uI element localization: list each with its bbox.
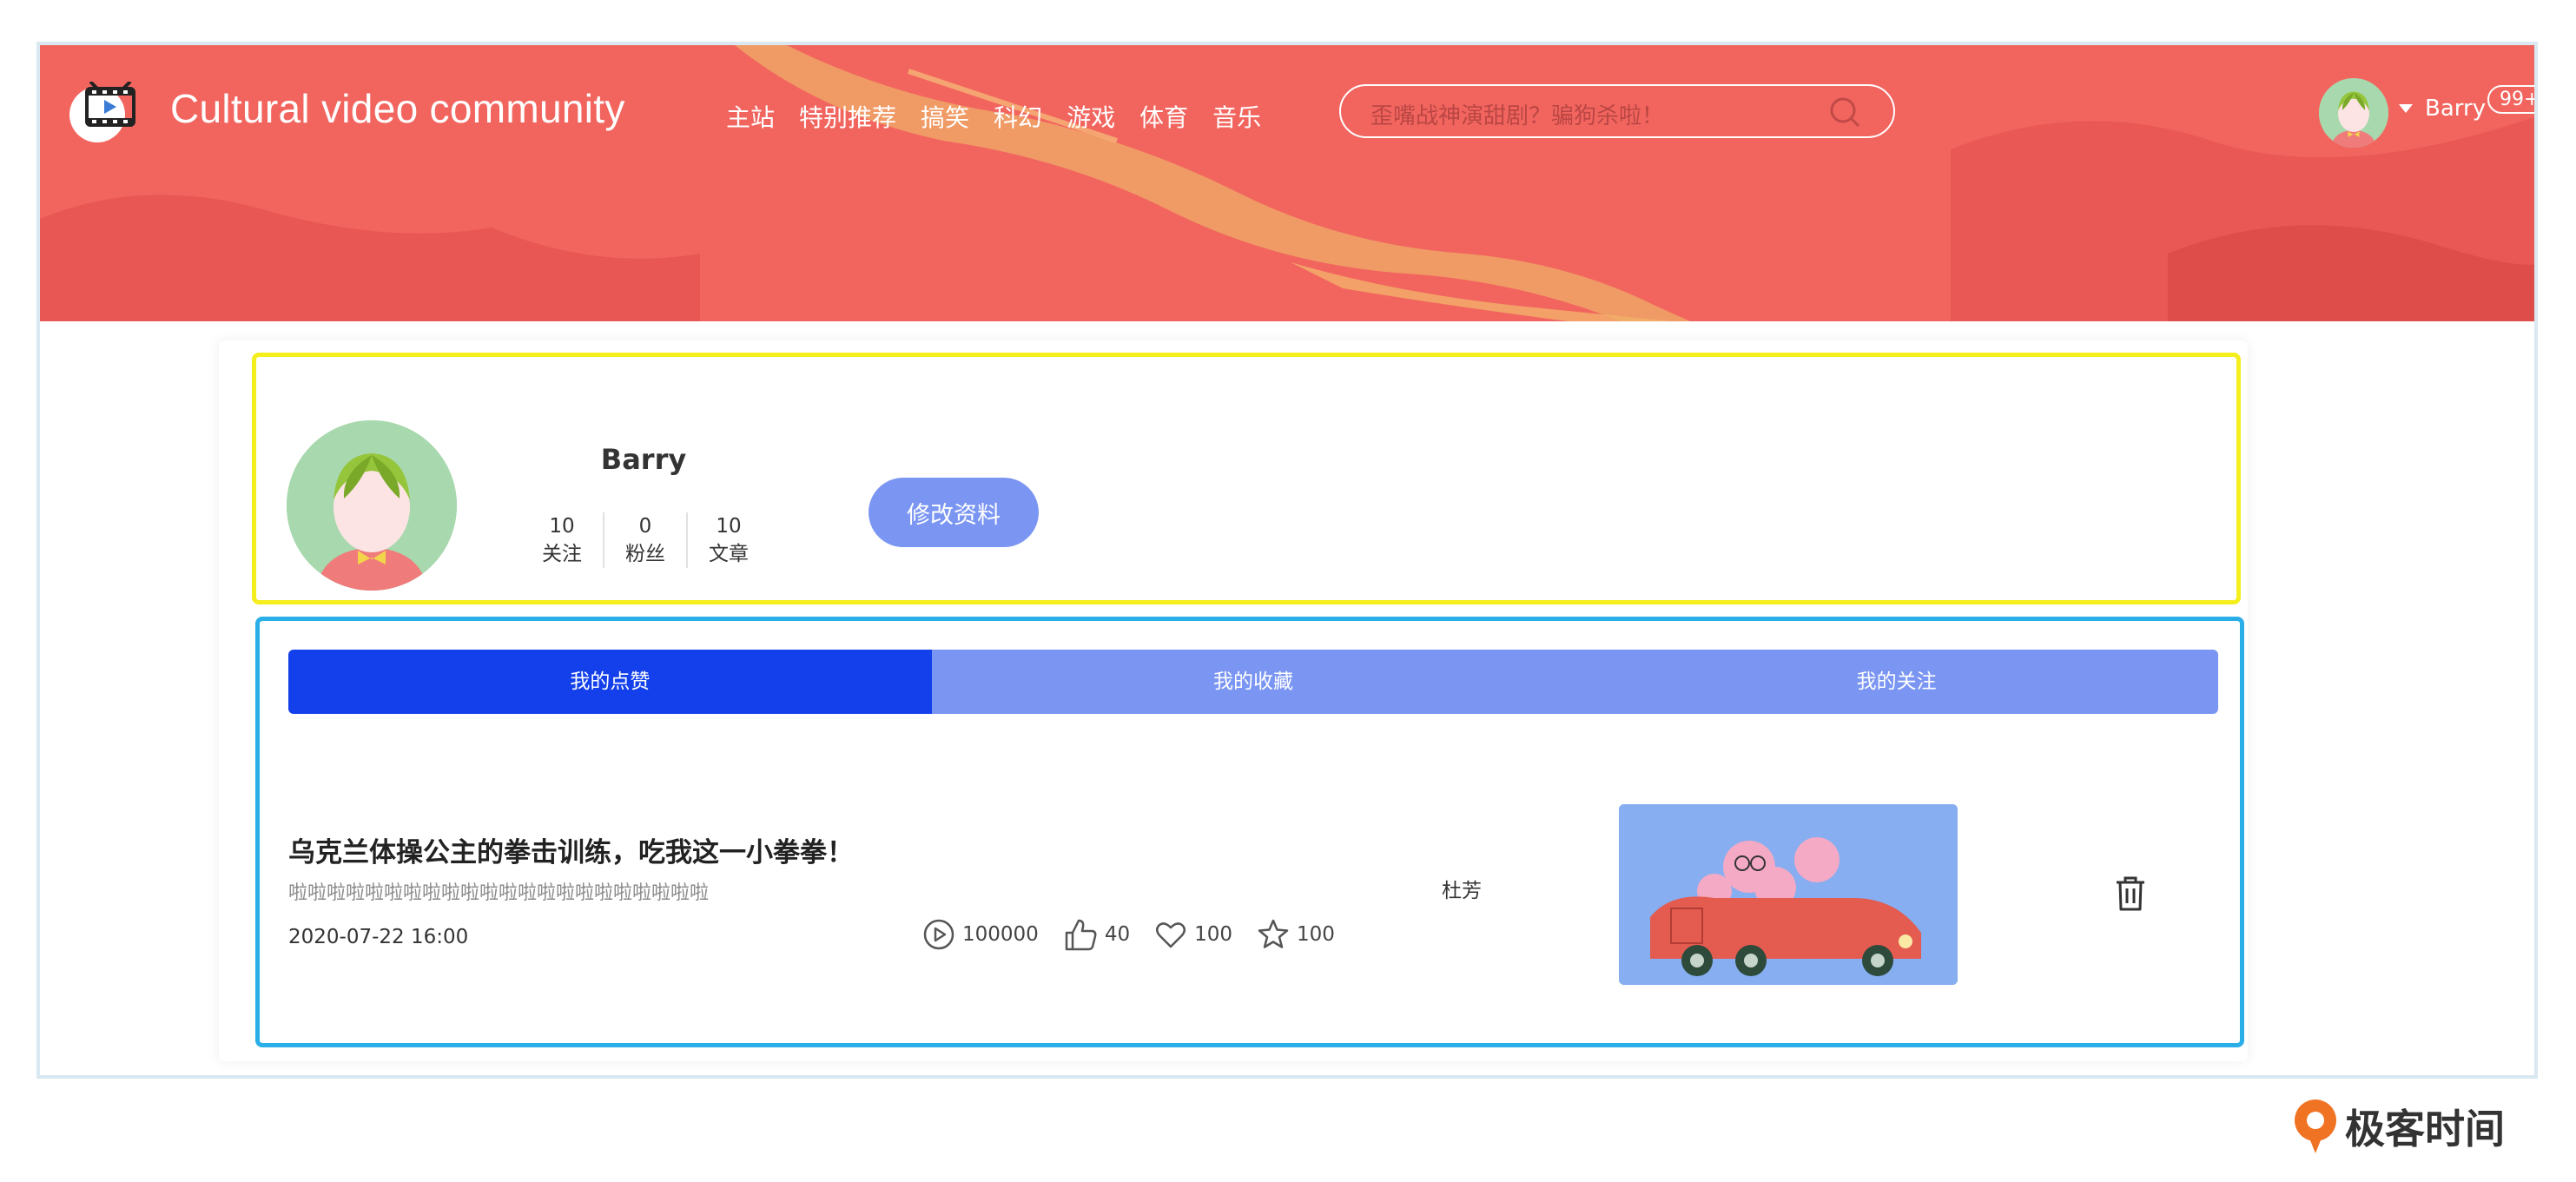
tab-my-following[interactable]: 我的关注 xyxy=(1575,650,2218,714)
nav-item-scifi[interactable]: 科幻 xyxy=(994,99,1042,134)
nav-item-home[interactable]: 主站 xyxy=(726,99,775,134)
play-count-value: 100000 xyxy=(962,923,1039,946)
video-author[interactable]: 杜芳 xyxy=(1442,874,1482,903)
search-input[interactable]: 歪嘴战神演甜剧？骗狗杀啦！ xyxy=(1339,84,1895,138)
star-count[interactable]: 100 xyxy=(1257,918,1335,951)
search-icon[interactable] xyxy=(1829,96,1860,128)
video-date: 2020-07-22 16:00 xyxy=(288,926,469,948)
site-title[interactable]: Cultural video community xyxy=(170,85,625,132)
play-icon xyxy=(923,919,954,950)
edit-profile-button[interactable]: 修改资料 xyxy=(869,478,1039,547)
nav-item-sports[interactable]: 体育 xyxy=(1139,99,1188,134)
header-user-name[interactable]: Barry xyxy=(2425,96,2486,122)
search-placeholder: 歪嘴战神演甜剧？骗狗杀啦！ xyxy=(1371,103,1665,129)
logo-film-icon[interactable] xyxy=(82,82,139,130)
stat-value: 10 xyxy=(716,515,742,538)
profile-avatar xyxy=(287,420,457,591)
nav-item-music[interactable]: 音乐 xyxy=(1212,99,1261,134)
video-description: 啦啦啦啦啦啦啦啦啦啦啦啦啦啦啦啦啦啦啦啦啦啦 xyxy=(288,882,710,904)
profile-stats: 10 关注 0 粉丝 10 文章 xyxy=(521,512,769,568)
main-nav: 主站 特别推荐 搞笑 科幻 游戏 体育 音乐 xyxy=(726,99,1285,134)
favorite-count[interactable]: 100 xyxy=(1154,918,1232,951)
tab-my-likes[interactable]: 我的点赞 xyxy=(288,650,932,714)
avatar-illustration xyxy=(287,420,457,591)
stat-value: 0 xyxy=(638,515,652,538)
notification-badge[interactable]: 99+ xyxy=(2487,85,2534,114)
nav-item-games[interactable]: 游戏 xyxy=(1067,99,1115,134)
stat-value: 10 xyxy=(549,515,575,538)
favorite-count-value: 100 xyxy=(1194,923,1232,946)
video-metrics: 100000 40 100 100 xyxy=(922,917,1359,952)
chevron-down-icon[interactable] xyxy=(2399,104,2413,113)
stat-label: 关注 xyxy=(542,543,582,565)
profile-tabs: 我的点赞 我的收藏 我的关注 xyxy=(288,650,2218,714)
stat-label: 粉丝 xyxy=(625,543,665,565)
nav-item-funny[interactable]: 搞笑 xyxy=(921,99,969,134)
video-thumbnail[interactable] xyxy=(1619,804,1958,985)
thumbnail-illustration xyxy=(1619,804,1958,985)
avatar-illustration xyxy=(2319,78,2388,148)
brand-name: 极客时间 xyxy=(2345,1106,2505,1152)
heart-icon[interactable] xyxy=(1154,918,1187,951)
stat-label: 文章 xyxy=(709,543,749,565)
geektime-logo-icon xyxy=(2295,1099,2336,1153)
header-banner: Cultural video community 主站 特别推荐 搞笑 科幻 游… xyxy=(40,45,2534,321)
like-count-value: 40 xyxy=(1104,923,1131,946)
video-title[interactable]: 乌克兰体操公主的拳击训练，吃我这一小拳拳！ xyxy=(288,830,854,869)
tab-my-favorites[interactable]: 我的收藏 xyxy=(931,650,1575,714)
stat-followers[interactable]: 0 粉丝 xyxy=(603,512,686,568)
like-count[interactable]: 40 xyxy=(1063,917,1130,952)
play-count: 100000 xyxy=(922,918,1039,951)
star-icon[interactable] xyxy=(1257,918,1290,951)
profile-name: Barry xyxy=(600,443,687,476)
user-avatar[interactable] xyxy=(2319,78,2388,148)
nav-item-recommended[interactable]: 特别推荐 xyxy=(799,99,896,134)
watermark-brand: 极客时间 xyxy=(2291,1098,2505,1155)
star-count-value: 100 xyxy=(1297,923,1335,946)
trash-icon[interactable] xyxy=(2114,875,2147,912)
stat-following[interactable]: 10 关注 xyxy=(521,512,603,568)
stat-articles[interactable]: 10 文章 xyxy=(686,512,769,568)
thumbs-up-icon[interactable] xyxy=(1063,917,1098,952)
